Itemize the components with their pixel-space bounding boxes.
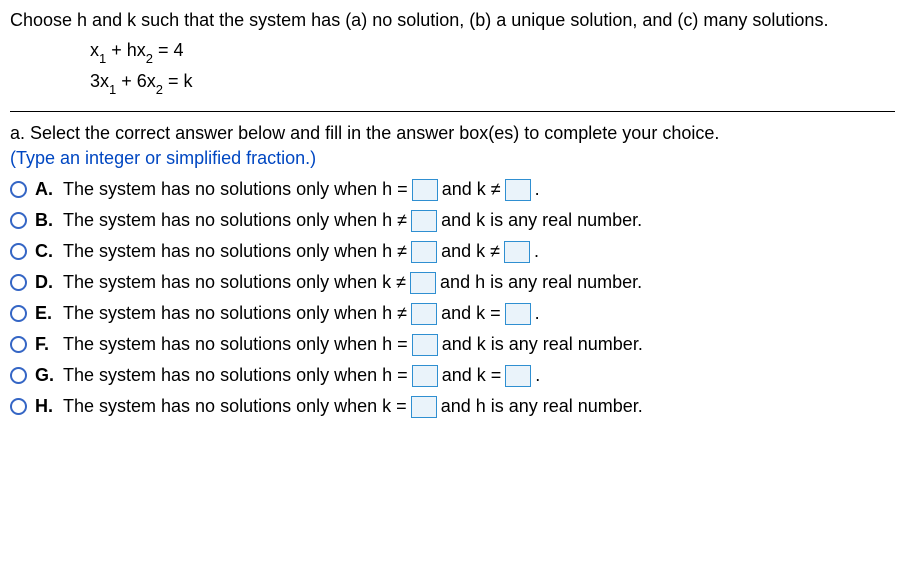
opt-b-pre: The system has no solutions only when h … [63,210,407,231]
opt-a-post: . [535,179,540,200]
opt-a-mid: and k ≠ [442,179,501,200]
opt-c-post: . [534,241,539,262]
option-e[interactable]: E. The system has no solutions only when… [10,303,895,325]
radio-f[interactable] [10,336,27,353]
option-d[interactable]: D. The system has no solutions only when… [10,272,895,294]
radio-d[interactable] [10,274,27,291]
eq1-sub1: 1 [99,51,106,66]
opt-h-mid: and h is any real number. [441,396,643,417]
equation-2: 3x1 + 6x2 = k [90,68,895,97]
opt-c-pre: The system has no solutions only when h … [63,241,407,262]
option-text: The system has no solutions only when h … [63,303,540,325]
option-letter: E. [35,303,57,324]
equation-1: x1 + hx2 = 4 [90,37,895,66]
radio-a[interactable] [10,181,27,198]
option-g[interactable]: G. The system has no solutions only when… [10,365,895,387]
fill-box-e-2[interactable] [505,303,531,325]
eq2-sub2: 2 [156,82,163,97]
option-f[interactable]: F. The system has no solutions only when… [10,334,895,356]
fill-box-a-2[interactable] [505,179,531,201]
option-text: The system has no solutions only when h … [63,241,539,263]
option-letter: B. [35,210,57,231]
separator-line [10,111,895,112]
fill-box-c-1[interactable] [411,241,437,263]
fill-box-f-1[interactable] [412,334,438,356]
opt-e-pre: The system has no solutions only when h … [63,303,407,324]
fill-box-a-1[interactable] [412,179,438,201]
opt-f-pre: The system has no solutions only when h … [63,334,408,355]
input-hint: (Type an integer or simplified fraction.… [10,148,895,169]
opt-e-mid: and k = [441,303,501,324]
radio-c[interactable] [10,243,27,260]
option-letter: H. [35,396,57,417]
equation-block: x1 + hx2 = 4 3x1 + 6x2 = k [10,37,895,97]
fill-box-g-2[interactable] [505,365,531,387]
eq2-mid: + 6x [116,71,156,91]
opt-g-mid: and k = [442,365,502,386]
options-list: A. The system has no solutions only when… [10,179,895,418]
option-a[interactable]: A. The system has no solutions only when… [10,179,895,201]
opt-f-mid: and k is any real number. [442,334,643,355]
option-text: The system has no solutions only when h … [63,210,642,232]
opt-e-post: . [535,303,540,324]
fill-box-c-2[interactable] [504,241,530,263]
option-c[interactable]: C. The system has no solutions only when… [10,241,895,263]
eq1-sub2: 2 [146,51,153,66]
opt-g-post: . [535,365,540,386]
option-text: The system has no solutions only when h … [63,365,540,387]
eq1-mid: + hx [106,40,146,60]
fill-box-h-1[interactable] [411,396,437,418]
eq1-rhs: = 4 [153,40,184,60]
opt-c-mid: and k ≠ [441,241,500,262]
option-text: The system has no solutions only when h … [63,334,643,356]
opt-a-pre: The system has no solutions only when h … [63,179,408,200]
option-text: The system has no solutions only when k … [63,272,642,294]
question-text: Choose h and k such that the system has … [10,8,895,33]
radio-b[interactable] [10,212,27,229]
radio-g[interactable] [10,367,27,384]
eq1-x1: x [90,40,99,60]
option-h[interactable]: H. The system has no solutions only when… [10,396,895,418]
opt-b-mid: and k is any real number. [441,210,642,231]
opt-h-pre: The system has no solutions only when k … [63,396,407,417]
radio-h[interactable] [10,398,27,415]
option-letter: D. [35,272,57,293]
option-letter: F. [35,334,57,355]
option-text: The system has no solutions only when k … [63,396,643,418]
eq2-sub1: 1 [109,82,116,97]
fill-box-d-1[interactable] [410,272,436,294]
opt-d-pre: The system has no solutions only when k … [63,272,406,293]
fill-box-b-1[interactable] [411,210,437,232]
eq2-x1: 3x [90,71,109,91]
part-a-prompt: a. Select the correct answer below and f… [10,122,895,145]
option-letter: A. [35,179,57,200]
opt-d-mid: and h is any real number. [440,272,642,293]
radio-e[interactable] [10,305,27,322]
option-letter: C. [35,241,57,262]
opt-g-pre: The system has no solutions only when h … [63,365,408,386]
option-b[interactable]: B. The system has no solutions only when… [10,210,895,232]
fill-box-e-1[interactable] [411,303,437,325]
option-text: The system has no solutions only when h … [63,179,540,201]
eq2-rhs: = k [163,71,193,91]
fill-box-g-1[interactable] [412,365,438,387]
option-letter: G. [35,365,57,386]
